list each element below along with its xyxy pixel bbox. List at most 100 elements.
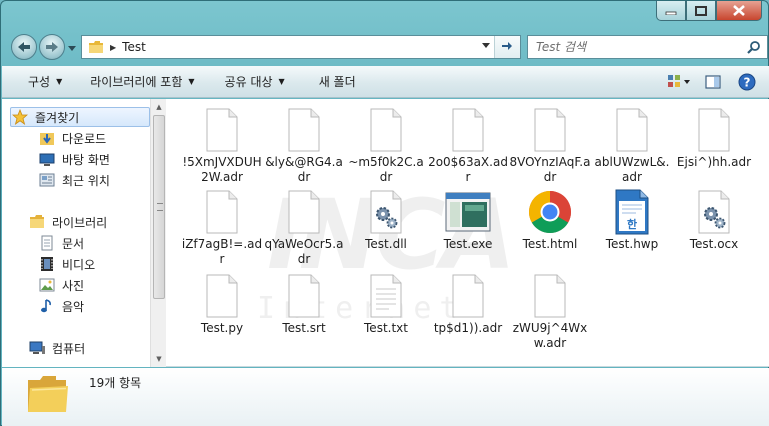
help-icon: ? xyxy=(738,73,756,91)
star-icon xyxy=(11,109,29,125)
new-folder-button[interactable]: 새 폴더 xyxy=(309,70,366,94)
search-box[interactable] xyxy=(527,35,768,59)
blank-file-icon xyxy=(198,273,246,319)
sidebar-item-recent-places[interactable]: 최근 위치 xyxy=(38,170,110,190)
file-item[interactable]: Ejsi^)hh.adr xyxy=(673,107,755,189)
file-name: Test.hwp xyxy=(605,237,659,251)
sidebar-item-documents[interactable]: 문서 xyxy=(38,233,84,253)
scroll-down-icon[interactable]: ▼ xyxy=(151,351,167,367)
preview-pane-button[interactable] xyxy=(701,70,725,94)
sidebar-item-label: 즐겨찾기 xyxy=(35,110,80,125)
file-name: Ejsi^)hh.adr xyxy=(676,155,752,169)
file-item[interactable]: 2o0$63aX.adr xyxy=(427,107,509,189)
file-item[interactable]: Test.srt xyxy=(263,273,345,355)
search-input[interactable] xyxy=(528,36,738,58)
desktop-icon xyxy=(38,151,56,167)
include-library-button[interactable]: 라이브러리에 포함 ▼ xyxy=(80,70,204,94)
file-item[interactable]: Test.py xyxy=(181,273,263,355)
file-item[interactable]: 8VOYnzIAqF.adr xyxy=(509,107,591,189)
refresh-button[interactable] xyxy=(494,36,520,58)
sidebar-item-downloads[interactable]: 다운로드 xyxy=(38,128,106,148)
sidebar-item-music[interactable]: 음악 xyxy=(38,296,84,316)
file-item[interactable]: ablUWzwL&.adr xyxy=(591,107,673,189)
sidebar-item-label: 비디오 xyxy=(62,257,96,272)
file-name: Test.html xyxy=(522,237,578,251)
file-item[interactable]: &ly&@RG4.adr xyxy=(263,107,345,189)
help-button[interactable]: ? xyxy=(735,70,759,94)
file-item[interactable]: Test.exe xyxy=(427,189,509,271)
svg-text:?: ? xyxy=(744,76,751,90)
refresh-icon xyxy=(501,42,512,50)
search-icon[interactable] xyxy=(747,40,761,54)
scroll-up-icon[interactable]: ▲ xyxy=(151,99,167,115)
breadcrumb-separator-icon[interactable]: ▶ xyxy=(110,43,116,52)
share-button[interactable]: 공유 대상 ▼ xyxy=(215,70,295,94)
sidebar-item-label: 최근 위치 xyxy=(62,173,110,188)
sidebar-item-label: 사진 xyxy=(62,278,85,293)
video-icon xyxy=(38,256,56,272)
file-name: qYaWeOcr5.adr xyxy=(264,237,344,266)
sidebar-item-libraries[interactable]: 라이브러리 xyxy=(28,212,107,232)
file-item[interactable]: Test.ocx xyxy=(673,189,755,271)
address-bar[interactable]: ▶ Test xyxy=(81,35,521,59)
settings-file-icon xyxy=(690,189,738,235)
change-view-button[interactable] xyxy=(667,70,691,94)
sidebar-item-favorites[interactable]: 즐겨찾기 xyxy=(10,107,150,127)
arrow-right-icon xyxy=(46,42,58,52)
settings-file-icon xyxy=(362,189,410,235)
file-name: Test.txt xyxy=(364,321,408,335)
blank-file-icon xyxy=(444,273,492,319)
back-button[interactable] xyxy=(11,34,37,60)
file-name: tp$d1)).adr xyxy=(433,321,503,335)
file-name: 2o0$63aX.adr xyxy=(428,155,508,184)
organize-button[interactable]: 구성 ▼ xyxy=(18,70,72,94)
sidebar-item-label: 음악 xyxy=(62,299,85,314)
file-item[interactable]: ~m5f0k2C.adr xyxy=(345,107,427,189)
sidebar-item-videos[interactable]: 비디오 xyxy=(38,254,95,274)
close-button[interactable] xyxy=(716,1,762,21)
minimize-button[interactable] xyxy=(656,1,686,21)
file-name: 8VOYnzIAqF.adr xyxy=(509,155,591,184)
blank-file-icon xyxy=(444,107,492,153)
address-history-dropdown-icon[interactable] xyxy=(482,43,490,48)
file-list-view: INCA Internet !5XmJVXDUH2W.adr &ly&@RG4.a… xyxy=(167,99,769,367)
file-item[interactable]: zWU9j^4Wxw.adr xyxy=(509,273,591,355)
maximize-icon xyxy=(695,5,707,16)
breadcrumb-test[interactable]: Test xyxy=(122,40,146,54)
sidebar-item-label: 문서 xyxy=(62,236,85,251)
blank-file-icon xyxy=(362,107,410,153)
details-pane: 19개 항목 xyxy=(2,368,769,426)
file-name: Test.dll xyxy=(365,237,407,251)
chevron-down-icon xyxy=(68,45,76,51)
computer-icon xyxy=(28,340,46,356)
maximize-button[interactable] xyxy=(686,1,716,21)
pictures-icon xyxy=(38,277,56,293)
sidebar-item-desktop[interactable]: 바탕 화면 xyxy=(38,149,110,169)
sidebar-item-label: 컴퓨터 xyxy=(52,341,86,356)
arrow-left-icon xyxy=(18,42,30,52)
sidebar-item-pictures[interactable]: 사진 xyxy=(38,275,84,295)
recent-pages-dropdown[interactable] xyxy=(67,43,77,53)
blank-file-icon xyxy=(608,107,656,153)
blank-file-icon xyxy=(198,189,246,235)
sidebar-scrollbar[interactable]: ▲ ▼ xyxy=(150,99,166,367)
file-item[interactable]: qYaWeOcr5.adr xyxy=(263,189,345,271)
file-item[interactable]: tp$d1)).adr xyxy=(427,273,509,355)
scrollbar-thumb[interactable] xyxy=(153,115,165,299)
file-item[interactable]: iZf7agB!=.adr xyxy=(181,189,263,271)
file-item[interactable]: 한 Test.hwp xyxy=(591,189,673,271)
forward-button[interactable] xyxy=(39,34,65,60)
file-item[interactable]: Test.txt xyxy=(345,273,427,355)
application-window-icon xyxy=(444,189,492,235)
close-icon xyxy=(733,5,745,16)
file-item[interactable]: !5XmJVXDUH2W.adr xyxy=(181,107,263,189)
sidebar-item-computer[interactable]: 컴퓨터 xyxy=(28,338,85,358)
file-name: iZf7agB!=.adr xyxy=(181,237,263,266)
text-file-icon xyxy=(362,273,410,319)
file-item[interactable]: Test.html xyxy=(509,189,591,271)
file-item[interactable]: Test.dll xyxy=(345,189,427,271)
navigation-row: ▶ Test xyxy=(9,34,768,60)
file-name: !5XmJVXDUH2W.adr xyxy=(182,155,262,184)
blank-file-icon xyxy=(198,107,246,153)
minimize-icon xyxy=(665,11,677,15)
